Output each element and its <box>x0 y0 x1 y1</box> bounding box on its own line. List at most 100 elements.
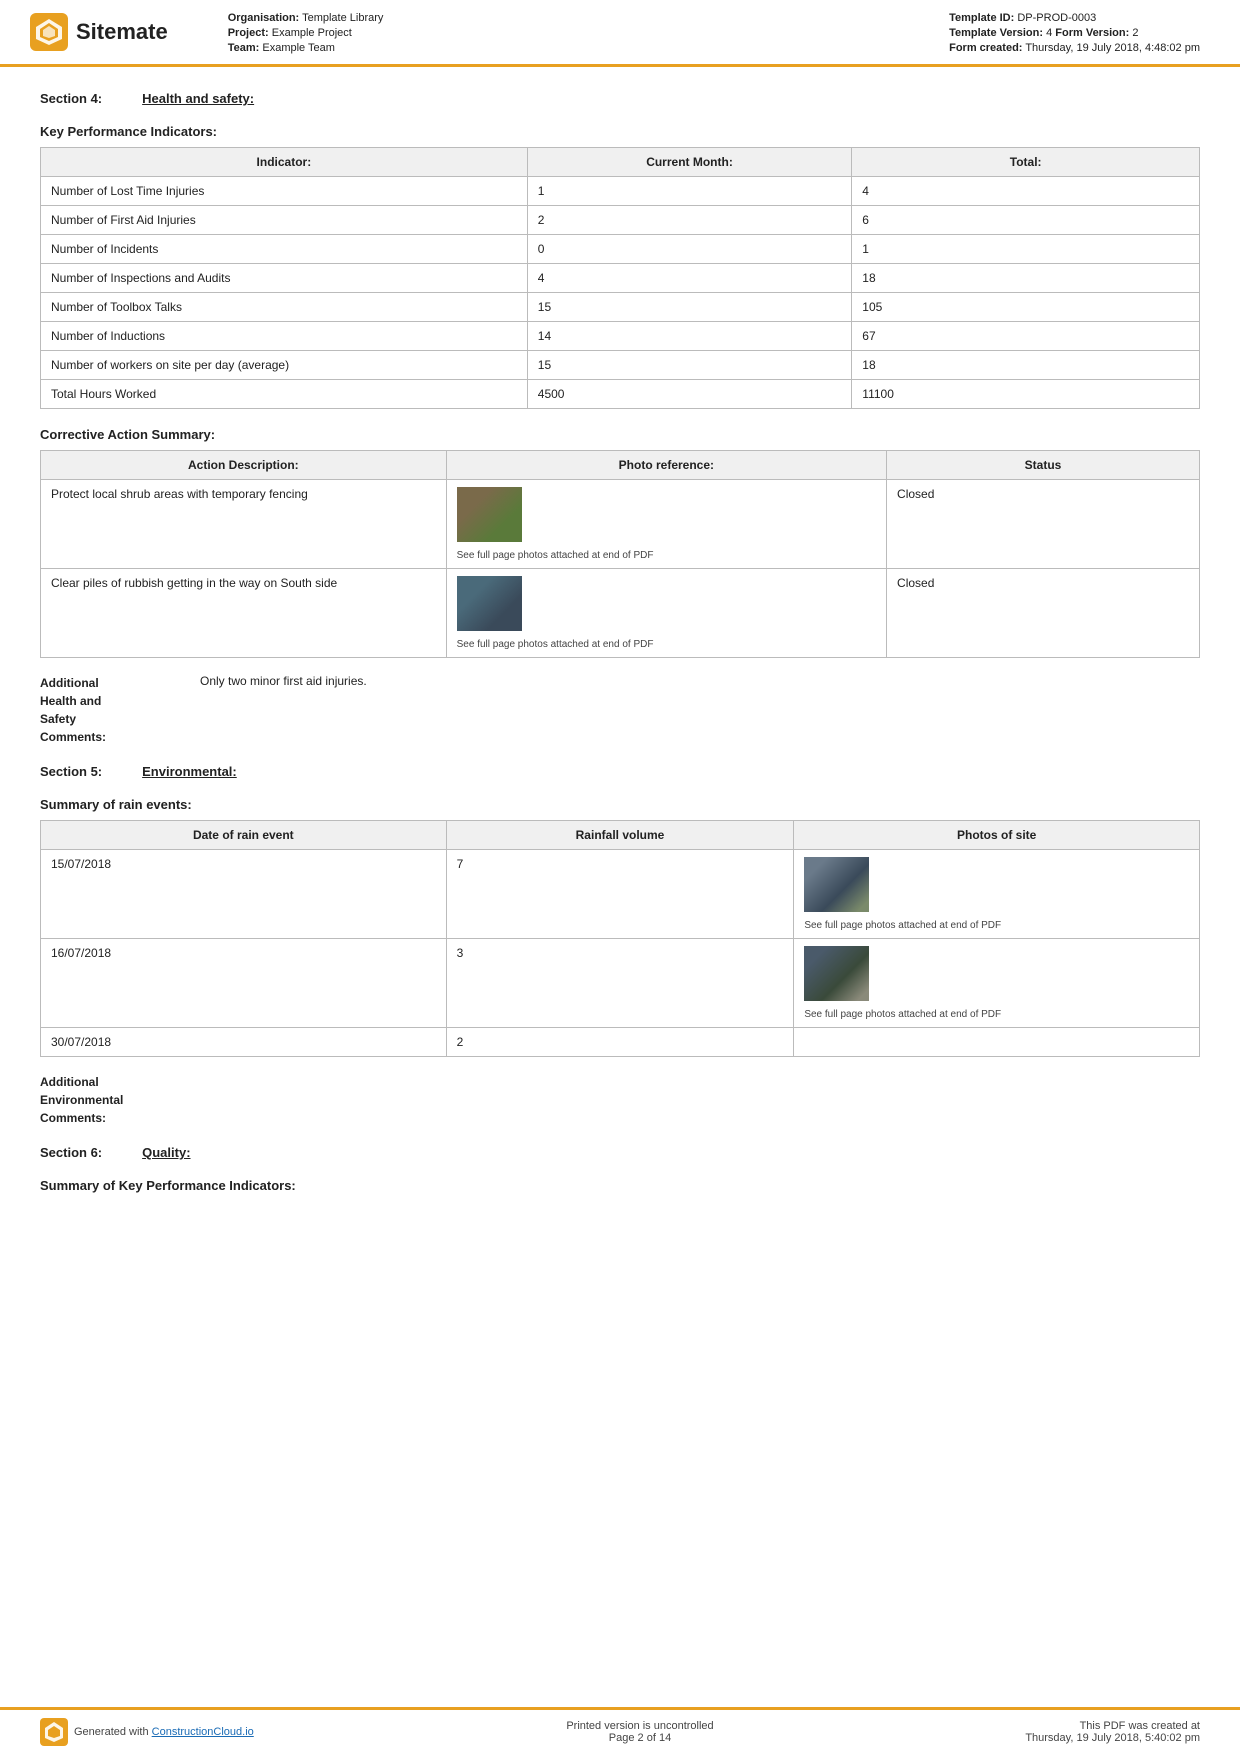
section5-heading: Section 5: Environmental: <box>40 764 1200 779</box>
kpi-total: 67 <box>852 322 1200 351</box>
kpi-col-current: Current Month: <box>527 148 852 177</box>
page: Sitemate Organisation: Template Library … <box>0 0 1240 1754</box>
footer-center: Printed version is uncontrolled Page 2 o… <box>360 1720 920 1744</box>
kpi-current: 2 <box>527 206 852 235</box>
env-comments-label: AdditionalEnvironmentalComments: <box>40 1073 200 1127</box>
kpi-row: Number of First Aid Injuries 2 6 <box>41 206 1200 235</box>
corrective-status: Closed <box>887 480 1200 569</box>
rain-photos <box>794 1028 1200 1057</box>
rain-photo-thumbnail <box>804 857 869 912</box>
rain-date: 30/07/2018 <box>41 1028 447 1057</box>
rain-heading: Summary of rain events: <box>40 797 1200 812</box>
kpi-current: 15 <box>527 351 852 380</box>
kpi-indicator: Number of First Aid Injuries <box>41 206 528 235</box>
kpi-col-total: Total: <box>852 148 1200 177</box>
footer: Generated with ConstructionCloud.io Prin… <box>0 1707 1240 1754</box>
section4-title: Health and safety: <box>142 91 254 106</box>
kpi-col-indicator: Indicator: <box>41 148 528 177</box>
footer-page: Page 2 of 14 <box>360 1732 920 1744</box>
form-created-field: Form created: Thursday, 19 July 2018, 4:… <box>949 42 1200 54</box>
section5-title: Environmental: <box>142 764 237 779</box>
kpi-indicator: Number of Lost Time Injuries <box>41 177 528 206</box>
rain-photos: See full page photos attached at end of … <box>794 850 1200 939</box>
health-comments-label: AdditionalHealth andSafetyComments: <box>40 674 200 746</box>
corrective-row: Protect local shrub areas with temporary… <box>41 480 1200 569</box>
kpi-current: 1 <box>527 177 852 206</box>
rain-rainfall: 3 <box>446 939 794 1028</box>
photo-caption: See full page photos attached at end of … <box>457 639 876 650</box>
footer-uncontrolled: Printed version is uncontrolled <box>360 1720 920 1732</box>
section6-title: Quality: <box>142 1145 190 1160</box>
kpi-current: 4500 <box>527 380 852 409</box>
footer-generated-text: Generated with ConstructionCloud.io <box>74 1726 254 1738</box>
rain-rainfall: 2 <box>446 1028 794 1057</box>
rain-row: 15/07/2018 7 See full page photos attach… <box>41 850 1200 939</box>
env-comments-block: AdditionalEnvironmentalComments: <box>40 1073 1200 1127</box>
rain-table: Date of rain event Rainfall volume Photo… <box>40 820 1200 1057</box>
kpi-row: Number of Toolbox Talks 15 105 <box>41 293 1200 322</box>
footer-created-value: Thursday, 19 July 2018, 5:40:02 pm <box>920 1732 1200 1744</box>
kpi-current: 0 <box>527 235 852 264</box>
corrective-photo: See full page photos attached at end of … <box>446 569 886 658</box>
org-field: Organisation: Template Library <box>228 12 384 24</box>
rain-col-date: Date of rain event <box>41 821 447 850</box>
logo-area: Sitemate <box>30 10 168 54</box>
corrective-status: Closed <box>887 569 1200 658</box>
header-meta-right: Template ID: DP-PROD-0003 Template Versi… <box>949 12 1200 54</box>
corrective-row: Clear piles of rubbish getting in the wa… <box>41 569 1200 658</box>
photo-thumbnail <box>457 487 522 542</box>
kpi-indicator: Number of Toolbox Talks <box>41 293 528 322</box>
kpi-indicator: Number of Inductions <box>41 322 528 351</box>
corrective-action: Clear piles of rubbish getting in the wa… <box>41 569 447 658</box>
corrective-action: Protect local shrub areas with temporary… <box>41 480 447 569</box>
kpi-current: 15 <box>527 293 852 322</box>
kpi-total: 18 <box>852 351 1200 380</box>
rain-col-photos: Photos of site <box>794 821 1200 850</box>
section4-heading: Section 4: Health and safety: <box>40 91 1200 106</box>
section6-heading: Section 6: Quality: <box>40 1145 1200 1160</box>
kpi-total: 11100 <box>852 380 1200 409</box>
main-content: Section 4: Health and safety: Key Perfor… <box>0 67 1240 1707</box>
kpi-current: 14 <box>527 322 852 351</box>
rain-col-rainfall: Rainfall volume <box>446 821 794 850</box>
photo-caption: See full page photos attached at end of … <box>457 550 876 561</box>
kpi-total: 18 <box>852 264 1200 293</box>
project-field: Project: Example Project <box>228 27 384 39</box>
corrective-col-status: Status <box>887 451 1200 480</box>
rain-photo-caption: See full page photos attached at end of … <box>804 920 1189 931</box>
rain-photos: See full page photos attached at end of … <box>794 939 1200 1028</box>
template-version-field: Template Version: 4 Form Version: 2 <box>949 27 1200 39</box>
photo-cell: See full page photos attached at end of … <box>457 487 876 561</box>
rain-row: 16/07/2018 3 See full page photos attach… <box>41 939 1200 1028</box>
kpi-row: Total Hours Worked 4500 11100 <box>41 380 1200 409</box>
health-comments-value: Only two minor first aid injuries. <box>200 674 367 746</box>
section6-label: Section 6: <box>40 1145 102 1160</box>
rain-date: 16/07/2018 <box>41 939 447 1028</box>
header-meta-left: Organisation: Template Library Project: … <box>228 12 384 54</box>
footer-logo-area: Generated with ConstructionCloud.io <box>40 1718 360 1746</box>
kpi-row: Number of Incidents 0 1 <box>41 235 1200 264</box>
quality-kpi-heading: Summary of Key Performance Indicators: <box>40 1178 1200 1193</box>
kpi-table: Indicator: Current Month: Total: Number … <box>40 147 1200 409</box>
rain-row: 30/07/2018 2 <box>41 1028 1200 1057</box>
footer-link[interactable]: ConstructionCloud.io <box>152 1726 254 1738</box>
logo-text: Sitemate <box>76 19 168 45</box>
health-comments-block: AdditionalHealth andSafetyComments: Only… <box>40 674 1200 746</box>
rain-photo-caption: See full page photos attached at end of … <box>804 1009 1189 1020</box>
photo-cell: See full page photos attached at end of … <box>457 576 876 650</box>
corrective-photo: See full page photos attached at end of … <box>446 480 886 569</box>
footer-logo-icon <box>40 1718 68 1746</box>
kpi-total: 105 <box>852 293 1200 322</box>
kpi-total: 1 <box>852 235 1200 264</box>
kpi-total: 6 <box>852 206 1200 235</box>
rain-photo-thumbnail <box>804 946 869 1001</box>
section5-label: Section 5: <box>40 764 102 779</box>
kpi-indicator: Number of Incidents <box>41 235 528 264</box>
rain-photo-cell: See full page photos attached at end of … <box>804 946 1189 1020</box>
corrective-table: Action Description: Photo reference: Sta… <box>40 450 1200 658</box>
footer-created-label: This PDF was created at <box>920 1720 1200 1732</box>
sitemate-logo-icon <box>30 13 68 51</box>
kpi-current: 4 <box>527 264 852 293</box>
rain-rainfall: 7 <box>446 850 794 939</box>
kpi-heading: Key Performance Indicators: <box>40 124 1200 139</box>
